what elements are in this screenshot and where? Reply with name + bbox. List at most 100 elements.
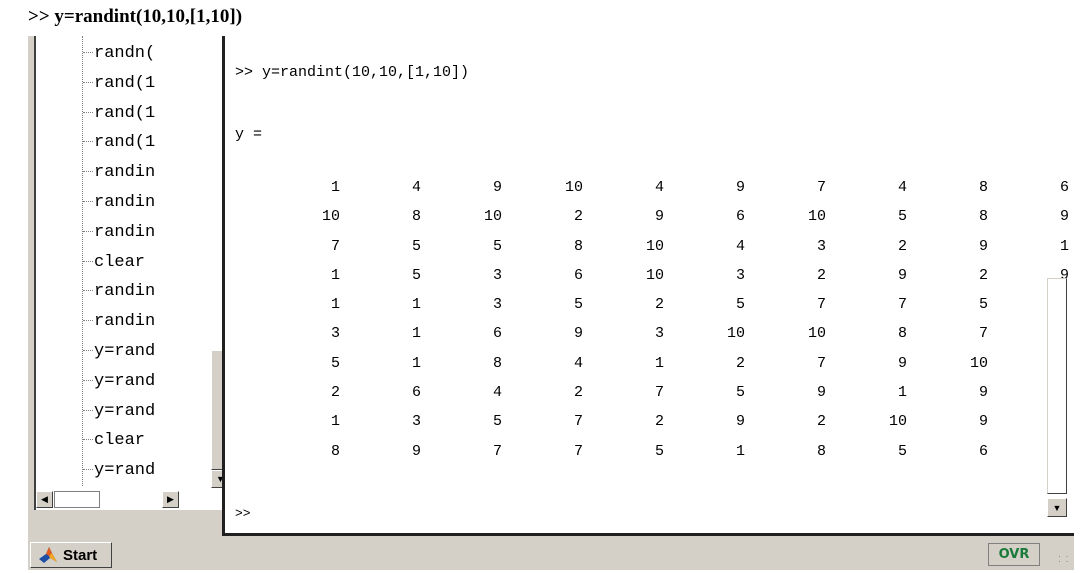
matrix-cell: 8 [978, 208, 988, 226]
matrix-cell: 10 [321, 208, 340, 226]
arrow-down-icon[interactable]: ▼ [1047, 498, 1067, 517]
history-item[interactable]: clear [83, 253, 145, 273]
matrix-cell: 7 [573, 442, 583, 460]
matrix-cell: 9 [735, 413, 745, 431]
history-item-label: randn( [94, 44, 156, 63]
matrix-cell: 10 [807, 325, 826, 343]
history-item-label: y=rand [94, 371, 156, 391]
matrix-cell: 2 [654, 413, 664, 431]
matrix-cell: 1 [897, 384, 907, 402]
matrix-cell: 2 [573, 384, 583, 402]
history-item[interactable]: y=rand [83, 402, 155, 422]
matrix-cell: 9 [897, 354, 907, 372]
history-item-label: randin [94, 193, 156, 212]
matrix-cell: 7 [816, 296, 826, 314]
command-history-panel: randn( rand(1 rand(1 rand(1 randin randin rand… [34, 36, 233, 510]
command-window-scrollbar[interactable]: ▼ [1045, 278, 1069, 518]
history-item-label: rand(1 [94, 103, 156, 123]
matrix-row: 316931010871 [259, 325, 1069, 354]
matrix-cell: 8 [573, 237, 583, 255]
history-item[interactable]: clear [83, 431, 145, 451]
matrix-cell: 6 [1059, 179, 1069, 196]
history-item[interactable]: randin [83, 163, 155, 183]
command-window[interactable]: >> y=randint(10,10,[1,10]) y = 1 4 9 10 4 9 7 4… [222, 36, 1074, 536]
matrix-cell: 7 [573, 413, 583, 431]
status-bar: Start OVR · · · · [28, 540, 1074, 570]
history-item[interactable]: rand(1 [83, 133, 155, 153]
matrix-cell: 7 [978, 325, 988, 343]
history-item-label: randin [94, 222, 156, 242]
history-item[interactable]: randin [83, 193, 155, 213]
matrix-cell: 7 [897, 296, 907, 314]
matrix-cell: 1 [411, 325, 421, 343]
history-item[interactable]: rand(1 [83, 74, 155, 94]
matrix-cell: 4 [897, 179, 907, 196]
arrow-left-icon[interactable]: ◀ [36, 491, 53, 508]
matrix-cell: 3 [816, 237, 826, 255]
matrix-cell: 5 [897, 442, 907, 460]
tree-branch [83, 171, 93, 173]
history-item[interactable]: y=rand [83, 372, 155, 392]
matrix-cell: 1 [330, 413, 340, 431]
matrix-cell: 9 [1059, 208, 1069, 226]
matrix-row: 13572921092 [259, 413, 1069, 442]
history-item[interactable]: y=rand [83, 342, 155, 362]
matrix-cell: 2 [735, 354, 745, 372]
matrix-cell: 5 [330, 354, 340, 372]
history-item[interactable]: rand(1 [83, 104, 155, 124]
matrix-cell: 3 [411, 413, 421, 431]
ovr-indicator: OVR [988, 543, 1040, 566]
matrix-cell: 2 [897, 237, 907, 255]
history-item-label: randin [94, 312, 156, 332]
history-item-label: rand(1 [94, 73, 156, 93]
resize-grip-icon[interactable]: · · · · [1058, 552, 1072, 568]
matrix-cell: 1 [411, 354, 421, 372]
matrix-cell: 3 [492, 266, 502, 284]
tree-branch [83, 111, 93, 113]
history-item-label: y=rand [94, 461, 156, 481]
matrix-cell: 2 [330, 384, 340, 402]
matrix-row: 10 8 10 2 9 6 10 5 8 9 [259, 208, 1069, 237]
history-item-label: rand(1 [94, 133, 156, 153]
matrix-cell: 7 [654, 384, 664, 402]
history-item[interactable]: y=rand [83, 461, 155, 481]
matrix-cell: 1 [330, 296, 340, 314]
output-matrix: 1 4 9 10 4 9 7 4 8 6 10 8 10 2 9 6 10 5 8 9 7 5 5 8 10 4 3 2 9 1 1 5 3 6 1… [259, 179, 1069, 472]
history-hscroll-thumb[interactable] [54, 491, 100, 508]
command-scroll-thumb[interactable] [1047, 278, 1067, 494]
matrix-cell: 9 [735, 179, 745, 196]
tree-branch [83, 230, 93, 232]
history-item[interactable]: randin [83, 282, 155, 302]
matrix-cell: 1 [735, 442, 745, 460]
tree-branch [83, 260, 93, 262]
start-button[interactable]: Start [30, 542, 112, 568]
history-item[interactable]: randin [83, 223, 155, 243]
matrix-cell: 7 [492, 442, 502, 460]
matrix-cell: 2 [816, 266, 826, 284]
history-horizontal-scrollbar[interactable]: ◀ ▶ [36, 491, 211, 509]
tree-branch [83, 439, 93, 441]
tree-branch [83, 141, 93, 143]
matlab-logo-icon [39, 547, 57, 563]
tree-branch [83, 469, 93, 471]
history-item[interactable]: randin [83, 312, 155, 332]
tree-branch [83, 290, 93, 292]
matrix-cell: 5 [654, 442, 664, 460]
matrix-cell: 5 [492, 237, 502, 255]
tree-branch [83, 409, 93, 411]
matrix-cell: 4 [654, 179, 664, 196]
matrix-cell: 3 [735, 266, 745, 284]
matrix-cell: 7 [816, 179, 826, 196]
matrix-cell: 5 [897, 208, 907, 226]
matrix-cell: 7 [330, 237, 340, 255]
arrow-right-icon[interactable]: ▶ [162, 491, 179, 508]
matrix-cell: 8 [492, 354, 502, 372]
matrix-cell: 4 [735, 237, 745, 255]
matrix-row: 7 5 5 8 10 4 3 2 9 1 [259, 238, 1069, 267]
matrix-cell: 9 [573, 325, 583, 343]
matrix-cell: 8 [897, 325, 907, 343]
history-item[interactable]: randn( [83, 44, 155, 64]
command-prompt[interactable]: >> [235, 506, 251, 521]
history-item-label: y=rand [94, 401, 156, 421]
tree-branch [83, 350, 93, 352]
